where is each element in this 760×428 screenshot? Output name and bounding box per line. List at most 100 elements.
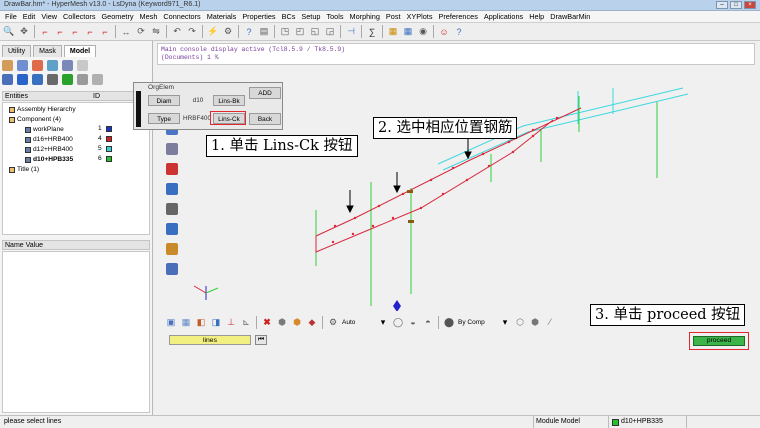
material-icon[interactable]: ◉ <box>417 26 429 38</box>
lins-bk-button[interactable]: Lins-Bk <box>213 95 245 106</box>
query-icon[interactable]: ? <box>243 26 255 38</box>
vt-node-icon[interactable] <box>166 163 178 175</box>
menu-geometry[interactable]: Geometry <box>98 12 136 21</box>
component-view-icon[interactable] <box>2 59 13 71</box>
tree-item[interactable]: Title (1) <box>9 165 39 174</box>
display-mode-icon[interactable]: ⚙ <box>327 316 339 328</box>
vt-label-icon[interactable] <box>166 223 178 235</box>
move-icon[interactable]: ↔ <box>120 26 132 38</box>
component-color-swatch[interactable] <box>106 136 112 142</box>
display-auto-select[interactable]: Auto <box>342 319 374 326</box>
vt-sketch-icon[interactable] <box>166 243 178 255</box>
minimize-button[interactable]: – <box>716 1 728 9</box>
dropdown-arrow-icon[interactable]: ▾ <box>499 316 511 328</box>
side-view-icon[interactable]: ◱ <box>309 26 321 38</box>
menu-setup[interactable]: Setup <box>298 12 323 21</box>
assembly-view-icon[interactable] <box>17 59 28 71</box>
add-button[interactable]: ADD <box>249 87 281 99</box>
tree-item[interactable]: d10+HPB335 <box>25 155 73 164</box>
view-icon[interactable]: ▣ <box>165 316 177 328</box>
pipe-icon[interactable]: ⊣ <box>345 26 357 38</box>
vt-edge-icon[interactable] <box>166 143 178 155</box>
maximize-button[interactable]: □ <box>730 1 742 9</box>
tab-mask[interactable]: Mask <box>33 45 62 57</box>
pin-icon[interactable]: ⊥ <box>225 316 237 328</box>
unmask-icon[interactable]: ◨ <box>210 316 222 328</box>
hide-icon[interactable]: ⬢ <box>276 316 288 328</box>
filter-icon[interactable] <box>62 59 73 71</box>
menu-edit[interactable]: Edit <box>20 12 39 21</box>
diam-button[interactable]: Diam <box>148 95 180 106</box>
undo-icon[interactable]: ↶ <box>171 26 183 38</box>
iso-view-icon[interactable]: ◳ <box>279 26 291 38</box>
menu-tools[interactable]: Tools <box>323 12 346 21</box>
component-color-swatch[interactable] <box>106 126 112 132</box>
vt-abc-icon[interactable] <box>166 203 178 215</box>
options-icon[interactable] <box>77 59 88 71</box>
isolate-icon[interactable] <box>32 73 43 85</box>
sum-icon[interactable]: ∑ <box>366 26 378 38</box>
menu-materials[interactable]: Materials <box>204 12 240 21</box>
close-button[interactable]: × <box>744 1 756 9</box>
menu-drawbarmin[interactable]: DrawBarMin <box>547 12 593 21</box>
menu-properties[interactable]: Properties <box>239 12 278 21</box>
transform-icon[interactable]: ◆ <box>306 316 318 328</box>
tree-item[interactable]: Component (4) <box>9 115 61 124</box>
display-all-icon[interactable] <box>2 73 13 85</box>
display-none-icon[interactable] <box>17 73 28 85</box>
collapse-tree-icon[interactable] <box>47 59 58 71</box>
tcl-icon[interactable]: ⚙ <box>222 26 234 38</box>
component-color-swatch[interactable] <box>106 146 112 152</box>
menu-view[interactable]: View <box>38 12 60 21</box>
tree-item[interactable]: d16+HRB400 <box>25 135 73 144</box>
color-bycomp-select[interactable]: By Comp <box>458 319 496 326</box>
pan-icon[interactable]: ✥ <box>18 26 30 38</box>
tree-item[interactable]: workPlane <box>25 125 64 134</box>
element-style-icon[interactable]: ⬡ <box>514 316 526 328</box>
surface-icon[interactable]: ⌐ <box>69 26 81 38</box>
menu-xyplots[interactable]: XYPlots <box>404 12 436 21</box>
vt-info-icon[interactable] <box>166 183 178 195</box>
front-view-icon[interactable]: ◰ <box>294 26 306 38</box>
help-icon[interactable]: ? <box>453 26 465 38</box>
line-style-icon[interactable]: ⁄ <box>544 316 556 328</box>
menu-collectors[interactable]: Collectors <box>60 12 98 21</box>
select-cursor-icon[interactable] <box>47 73 58 85</box>
lines-selector[interactable]: lines <box>169 335 251 345</box>
wireframe-icon[interactable]: ◓ <box>422 316 434 328</box>
menu-post[interactable]: Post <box>383 12 404 21</box>
mask-icon[interactable]: ◧ <box>195 316 207 328</box>
element-shade-icon[interactable]: ⬢ <box>529 316 541 328</box>
redo-icon[interactable]: ↷ <box>186 26 198 38</box>
property-icon[interactable]: ▦ <box>402 26 414 38</box>
menu-preferences[interactable]: Preferences <box>436 12 481 21</box>
zoom-icon[interactable]: 🔍 <box>3 26 15 38</box>
script-icon[interactable]: ⚡ <box>207 26 219 38</box>
menu-mesh[interactable]: Mesh <box>137 12 161 21</box>
tab-utility[interactable]: Utility <box>2 45 32 57</box>
menu-applications[interactable]: Applications <box>481 12 526 21</box>
line-icon[interactable]: ⌐ <box>54 26 66 38</box>
menu-morphing[interactable]: Morphing <box>347 12 383 21</box>
zoom-icon[interactable]: ▦ <box>180 316 192 328</box>
type-button[interactable]: Type <box>148 113 180 124</box>
menu-help[interactable]: Help <box>526 12 547 21</box>
eye-off-icon[interactable] <box>92 73 103 85</box>
rotate-icon[interactable]: ⟳ <box>135 26 147 38</box>
solid-icon[interactable]: ⌐ <box>84 26 96 38</box>
back-button[interactable]: Back <box>249 113 281 125</box>
dropdown-arrow-icon[interactable]: ▾ <box>377 316 389 328</box>
mirror-icon[interactable]: ⇋ <box>150 26 162 38</box>
menu-bcs[interactable]: BCs <box>279 12 299 21</box>
user-icon[interactable]: ☺ <box>438 26 450 38</box>
vt-config-icon[interactable] <box>166 263 178 275</box>
lasso-icon[interactable]: ◯ <box>392 316 404 328</box>
tree-item[interactable]: Assembly Hierarchy <box>9 105 76 114</box>
expand-tree-icon[interactable] <box>32 59 43 71</box>
table-icon[interactable]: ▤ <box>258 26 270 38</box>
eye-icon[interactable] <box>77 73 88 85</box>
tab-model[interactable]: Model <box>63 45 97 57</box>
color-mode-icon[interactable]: ⬤ <box>443 316 455 328</box>
component-color-swatch[interactable] <box>106 156 112 162</box>
show-icon[interactable]: ⬢ <box>291 316 303 328</box>
